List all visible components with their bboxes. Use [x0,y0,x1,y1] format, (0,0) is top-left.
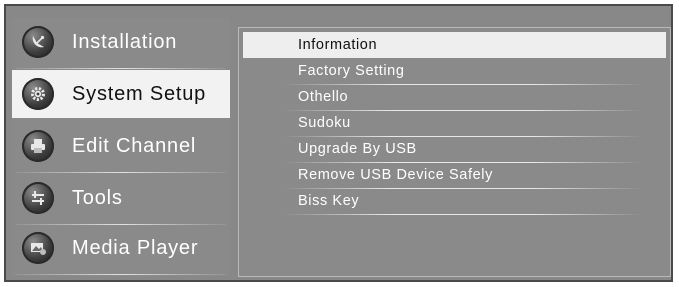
gear-icon [22,78,54,110]
menu-item-system-setup[interactable]: System Setup [12,70,230,118]
submenu-item-label: Upgrade By USB [298,141,417,157]
menu-item-label: Tools [72,186,123,209]
submenu-item-label: Biss Key [298,193,360,209]
submenu-panel: Information Factory Setting Othello Sudo… [238,27,671,277]
menu-item-installation[interactable]: Installation [12,18,230,69]
media-icon [22,232,54,264]
submenu-item-factory-setting[interactable]: Factory Setting [243,58,666,85]
main-menu: Installation System Setup Edit Channel T… [12,18,230,276]
submenu-item-remove-usb-device-safely[interactable]: Remove USB Device Safely [243,162,666,189]
submenu-item-biss-key[interactable]: Biss Key [243,188,666,215]
divider [16,68,226,69]
menu-item-label: Edit Channel [72,134,197,157]
tools-icon [22,182,54,214]
satellite-dish-icon [22,26,54,58]
menu-item-tools[interactable]: Tools [12,174,230,225]
settings-window: Installation System Setup Edit Channel T… [4,4,673,282]
submenu-item-label: Information [298,37,378,53]
submenu-item-information[interactable]: Information [243,32,666,58]
submenu-item-label: Sudoku [298,115,351,131]
submenu-item-label: Remove USB Device Safely [298,167,493,183]
submenu-item-label: Factory Setting [298,63,405,79]
divider [16,172,226,173]
menu-item-media-player[interactable]: Media Player [12,224,230,275]
menu-item-label: Media Player [72,236,199,259]
submenu-item-othello[interactable]: Othello [243,84,666,111]
menu-item-label: Installation [72,30,178,53]
printer-icon [22,130,54,162]
submenu-item-sudoku[interactable]: Sudoku [243,110,666,137]
divider [16,274,226,275]
submenu-item-upgrade-by-usb[interactable]: Upgrade By USB [243,136,666,163]
menu-item-label: System Setup [72,82,207,105]
submenu-item-label: Othello [298,89,349,105]
menu-item-edit-channel[interactable]: Edit Channel [12,122,230,173]
divider [283,214,643,215]
